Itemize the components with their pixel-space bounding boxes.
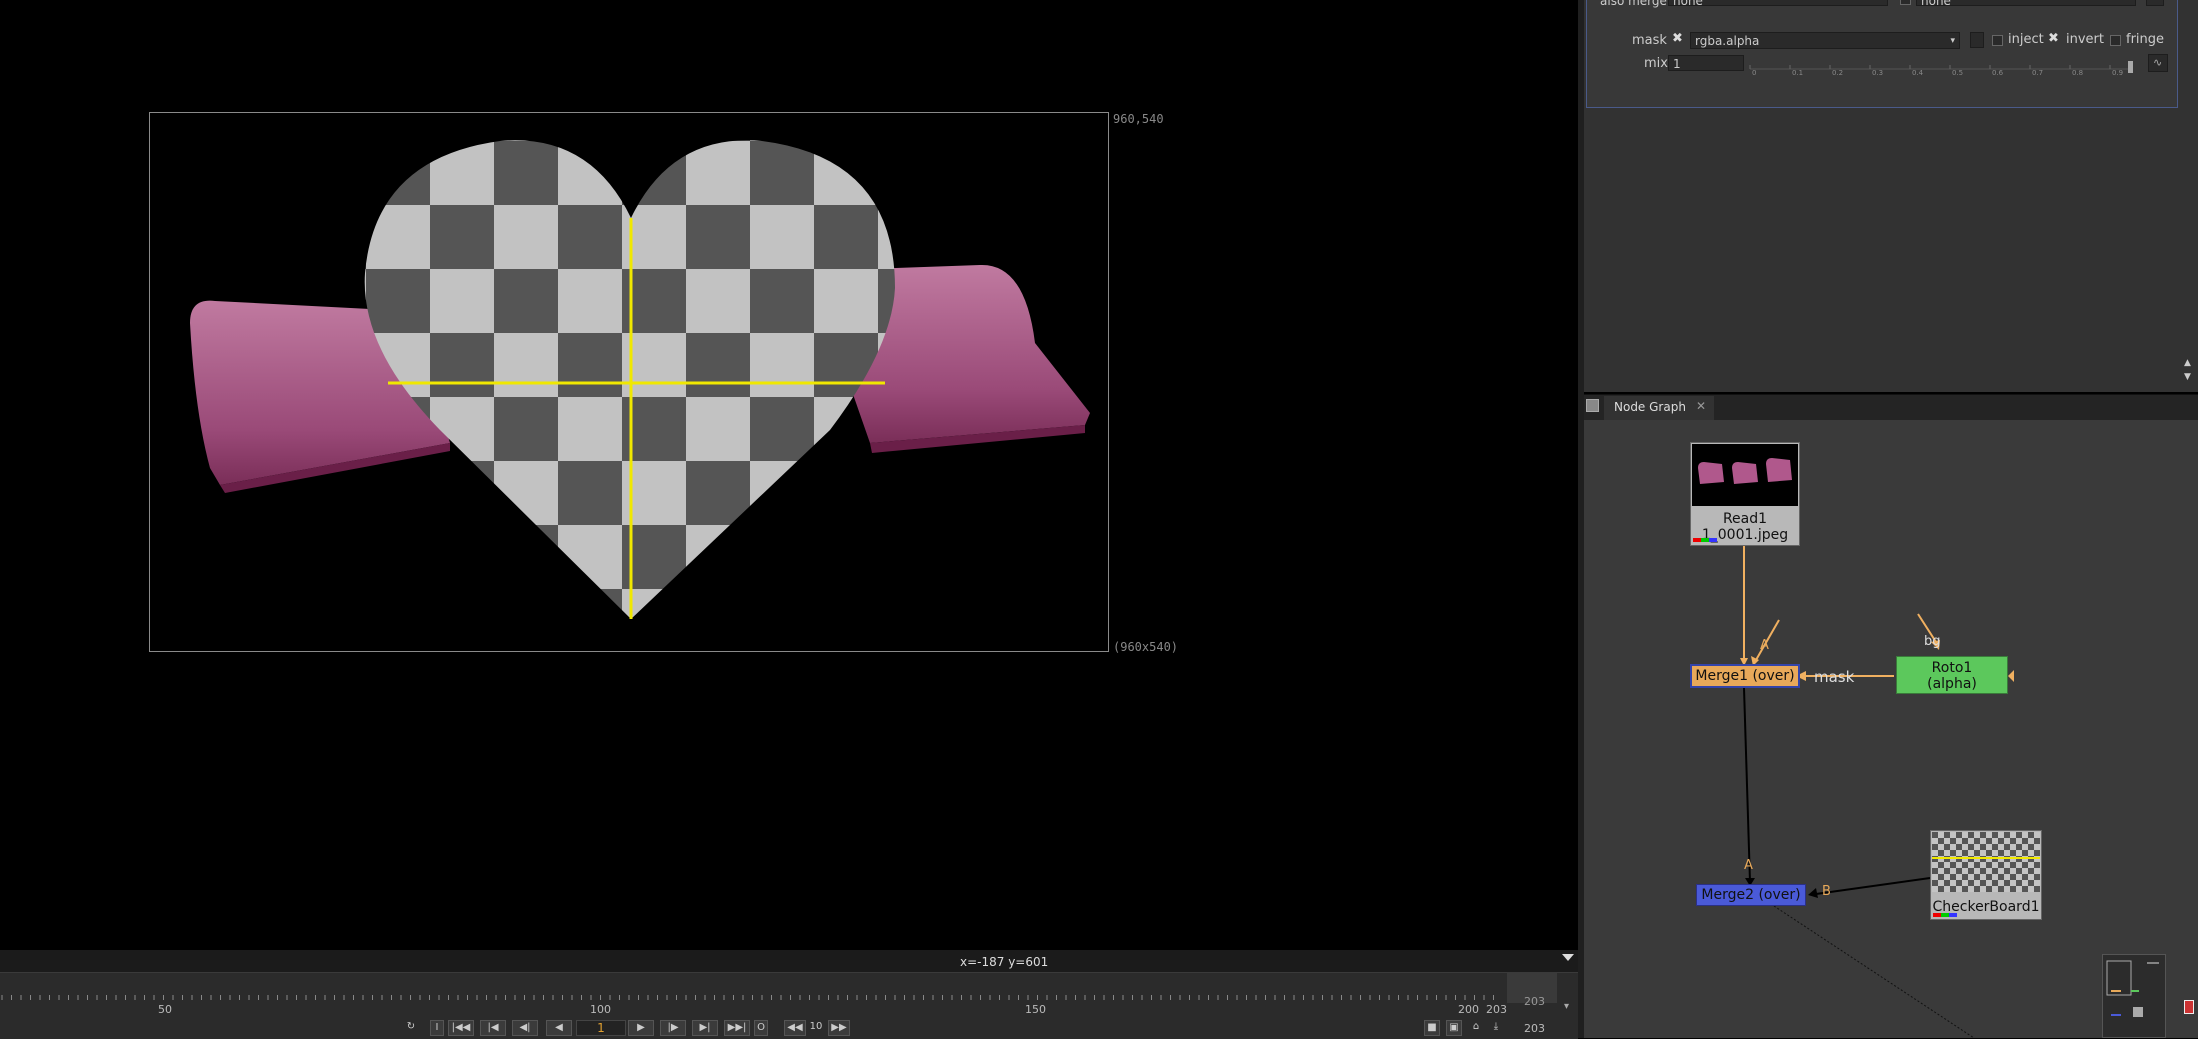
proxy-icon[interactable]: ▣ (1446, 1020, 1462, 1036)
mix-slider-tick-label: 0.7 (2032, 69, 2043, 75)
node-roto1[interactable]: Roto1 (alpha) (1896, 656, 2008, 694)
mix-slider-tick-label: 0.6 (1992, 69, 2004, 75)
mix-value-field[interactable]: 1 (1668, 55, 1744, 71)
invert-checkbox[interactable]: ✖ (2048, 31, 2059, 46)
tick-label-100: 100 (590, 1003, 611, 1016)
node-graph-minimap[interactable] (2102, 954, 2166, 1038)
prev-keyframe-button[interactable]: |◀ (480, 1020, 506, 1036)
mask-channel-dropdown[interactable]: rgba.alpha ▾ (1690, 32, 1960, 49)
first-frame-button[interactable]: |◀◀ (448, 1020, 474, 1036)
mix-slider-tick-label: 0.2 (1832, 69, 1843, 75)
merge-properties-box (1586, 0, 2178, 108)
chevron-down-icon: ▾ (1950, 36, 1955, 46)
mask-channel-options-button[interactable] (1970, 32, 1984, 48)
inject-label: inject (2008, 32, 2044, 47)
node-merge2[interactable]: Merge2 (over) (1696, 884, 1806, 906)
mix-slider-tick-label: 0.1 (1792, 69, 1803, 75)
mask-input-label: mask (1814, 668, 1855, 686)
curve-icon[interactable]: ∿ (2148, 54, 2168, 72)
out-point-button[interactable]: O (754, 1020, 768, 1036)
roto1-name: Roto1 (1931, 660, 1973, 676)
cursor-coordinates: x=-187 y=601 (960, 955, 1049, 969)
step-back-button[interactable]: ◀◀ (784, 1020, 806, 1036)
mix-slider-tick-label: 0.3 (1872, 69, 1883, 75)
mask-enable-checkbox[interactable]: ✖ (1672, 31, 1683, 46)
scroll-up-icon[interactable]: ▲ (2184, 358, 2191, 368)
read1-thumbnail (1692, 444, 1798, 506)
lock-icon[interactable]: ⌂ (1468, 1020, 1484, 1036)
node-graph-edges (1740, 546, 2014, 1038)
play-backward-button[interactable]: ◀ (546, 1020, 572, 1036)
also-merge-options-button[interactable] (2146, 0, 2164, 6)
end-frame-readout: 203 (1524, 995, 1545, 1008)
tick-label-203: 203 (1486, 1003, 1507, 1016)
mix-slider-tick-label: 0.4 (1912, 69, 1924, 75)
scroll-down-icon[interactable]: ▼ (2184, 372, 2191, 382)
bg-input-label: bg (1924, 634, 1941, 649)
export-icon[interactable]: ⤓ (1488, 1020, 1504, 1036)
viewer-image (190, 140, 1090, 619)
prev-frame-button[interactable]: ◀| (512, 1020, 538, 1036)
merge1-name: Merge1 (over) (1695, 668, 1795, 684)
next-keyframe-button[interactable]: ▶| (692, 1020, 718, 1036)
last-frame-button[interactable]: ▶▶| (724, 1020, 750, 1036)
also-merge-dropdown-2[interactable]: none (1916, 0, 2136, 8)
format-frame (149, 112, 1109, 652)
fringe-label: fringe (2126, 32, 2165, 47)
mix-slider-tick-label: 0.9 (2112, 69, 2123, 75)
step-increment[interactable]: 10 (806, 1020, 826, 1036)
input-a-label-merge2: A (1744, 858, 1753, 873)
close-tab-icon[interactable]: ✕ (1696, 399, 1706, 413)
film-icon[interactable]: ■ (1424, 1020, 1440, 1036)
mix-slider[interactable]: 0 0.1 0.2 0.3 0.4 0.5 0.6 0.7 0.8 0.9 (1748, 55, 2138, 75)
checker-channel-indicator (1933, 913, 1957, 917)
tick-label-150: 150 (1025, 1003, 1046, 1016)
format-label-bottom: (960x540) (1113, 640, 1179, 654)
fringe-checkbox[interactable] (2110, 35, 2121, 46)
read1-channel-indicator (1693, 538, 1717, 542)
input-a-label-merge1: A (1760, 638, 1769, 653)
mix-slider-tick-label: 0.5 (1952, 69, 1963, 75)
node-read1[interactable]: Read1 1_0001.jpeg (1690, 442, 1800, 546)
viewer[interactable]: 960,540 (960x540) (0, 0, 1578, 950)
play-forward-button[interactable]: ▶ (628, 1020, 654, 1036)
merge2-name: Merge2 (over) (1701, 887, 1801, 903)
also-merge-dropdown[interactable]: none (1668, 0, 1888, 8)
end-frame-field[interactable]: 203 (1524, 1022, 1545, 1035)
format-label-top: 960,540 (1113, 112, 1164, 126)
mix-slider-tick-label: 0 (1752, 69, 1756, 75)
invert-label: invert (2066, 32, 2104, 47)
step-forward-button[interactable]: ▶▶ (828, 1020, 850, 1036)
tick-label-200: 200 (1458, 1003, 1479, 1016)
tick-label-50: 50 (158, 1003, 172, 1016)
in-point-button[interactable]: I (430, 1020, 444, 1036)
panel-menu-icon[interactable] (1586, 399, 1599, 412)
roto1-sub: (alpha) (1927, 676, 1977, 692)
mask-channel-value: rgba.alpha (1695, 34, 1760, 48)
record-indicator (2184, 1000, 2194, 1014)
timeline-ruler[interactable] (0, 973, 1578, 1009)
also-merge-label: also merge (1600, 0, 1667, 8)
also-merge-checkbox[interactable] (1900, 0, 1911, 5)
node-merge1[interactable]: Merge1 (over) (1690, 664, 1800, 688)
checkerboard-thumbnail (1932, 832, 2040, 892)
viewer-menu-arrow-icon[interactable] (1562, 954, 1574, 961)
mix-label: mix (1644, 56, 1668, 71)
next-frame-button[interactable]: |▶ (660, 1020, 686, 1036)
node-graph-tab-label: Node Graph (1614, 400, 1686, 414)
inject-checkbox[interactable] (1992, 35, 2003, 46)
input-b-label-merge2: B (1822, 884, 1831, 899)
node-checkerboard1[interactable]: CheckerBoard1 (1930, 830, 2042, 920)
mix-slider-tick-label: 0.8 (2072, 69, 2083, 75)
mask-label: mask (1632, 33, 1667, 48)
viewer-status-bar (0, 950, 1578, 972)
read1-name: Read1 (1722, 511, 1768, 527)
timeline-collapse-icon[interactable]: ▾ (1564, 1001, 1569, 1012)
node-graph[interactable]: Read1 1_0001.jpeg Merge1 (over) A mask R… (1584, 420, 2198, 1038)
loop-mode-icon[interactable]: ↻ (400, 1020, 422, 1036)
current-frame-field[interactable]: 1 (576, 1020, 626, 1036)
